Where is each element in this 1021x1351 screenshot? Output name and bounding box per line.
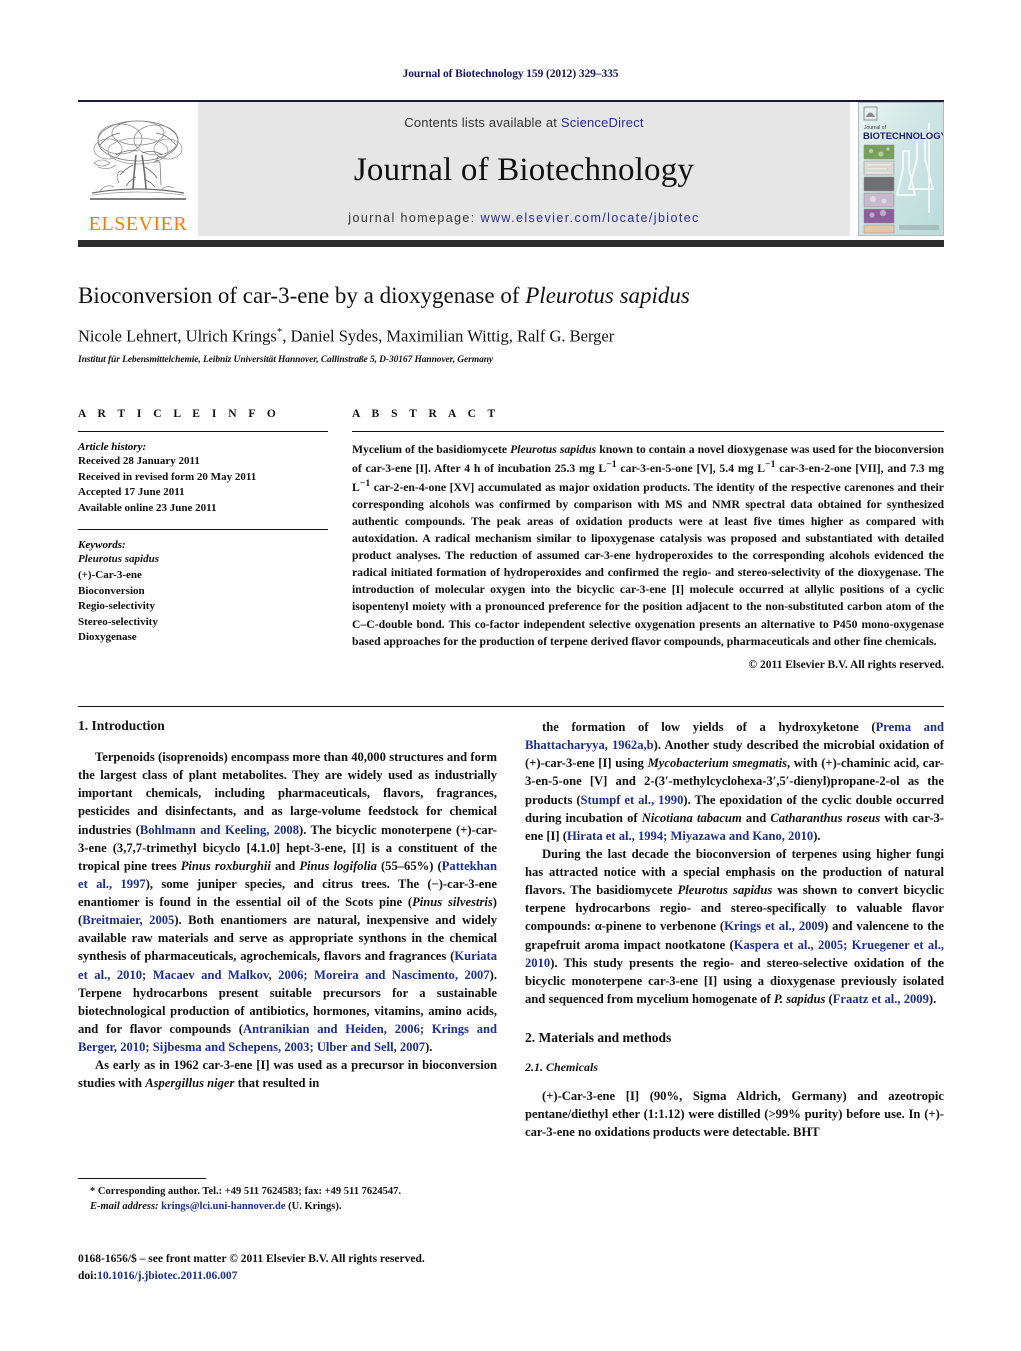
journal-masthead: ELSEVIER Contents lists available at Sci… [78,102,944,236]
contents-available-line: Contents lists available at ScienceDirec… [404,115,643,130]
issn-copyright-line: 0168-1656/$ – see front matter © 2011 El… [78,1253,425,1265]
keywords-rule [78,529,328,531]
authors-before-star: Nicole Lehnert, Ulrich Krings [78,326,277,346]
paragraph: the formation of low yields of a hydroxy… [525,720,944,843]
subsection-heading-chemicals: 2.1. Chemicals [525,1060,599,1074]
doi-label: doi: [78,1270,98,1283]
citation-link[interactable]: Breitmaier, 2005 [82,913,174,927]
keyword-item: Pleurotus sapidus [78,553,159,566]
running-head: Journal of Biotechnology 159 (2012) 329–… [402,68,619,80]
section-heading-introduction: 1. Introduction [78,718,165,733]
keyword-item: Stereo-selectivity [78,615,158,628]
footer-block: 0168-1656/$ – see front matter © 2011 El… [78,1251,538,1286]
svg-text:BIOTECHNOLOGY: BIOTECHNOLOGY [863,131,943,142]
article-history-item: Received 28 January 2011 [78,455,200,467]
section-heading-materials: 2. Materials and methods [525,1030,672,1045]
elsevier-tree-icon [90,120,186,200]
abstract-bottom-rule [78,706,944,707]
title-text: Bioconversion of car-3-ene by a dioxygen… [78,283,526,308]
article-history-item: Received in revised form 20 May 2011 [78,470,257,483]
abstract-text: Mycelium of the basidiomycete Pleurotus … [352,443,944,648]
abstract-label: A B S T R A C T [352,408,500,420]
paragraph: Terpenoids (isoprenoids) encompass more … [78,750,498,1054]
citation-link[interactable]: Bohlmann and Keeling, 2008 [140,823,299,837]
article-page: Journal of Biotechnology 159 (2012) 329–… [0,0,1021,1351]
paragraph: During the last decade the bioconversion… [525,846,945,1006]
title-species: Pleurotus sapidus [525,283,690,308]
masthead-bottom-bar [78,240,944,247]
journal-cover-thumbnail: Journal of BIOTECHNOLOGY [858,102,944,236]
cover-artwork-icon: Journal of BIOTECHNOLOGY [859,103,943,235]
citation-link[interactable]: Stumpf et al., 1990 [581,793,684,807]
page-title: Bioconversion of car-3-ene by a dioxygen… [78,282,944,310]
keyword-item: (+)-Car-3-ene [78,569,142,582]
abstract-copyright: © 2011 Elsevier B.V. All rights reserved… [748,658,944,671]
affiliation: Institut für Lebensmittelchemie, Leibniz… [78,355,494,366]
paragraph: As early as in 1962 car-3-ene [I] was us… [78,1058,497,1091]
citation-link[interactable]: Krings et al., 2009 [724,919,824,933]
email-note: E-mail address: krings@lci.uni-hannover.… [78,1199,498,1214]
keywords-title: Keywords: [78,539,126,552]
elsevier-logo: ELSEVIER [78,102,198,236]
body-columns: 1. Introduction Terpenoids (isoprenoids)… [78,718,944,1141]
sciencedirect-link[interactable]: ScienceDirect [561,115,644,130]
keyword-item: Bioconversion [78,584,145,597]
author-list: Nicole Lehnert, Ulrich Krings*, Daniel S… [78,326,944,347]
doi-line: doi:10.1016/j.jbiotec.2011.06.007 [78,1268,538,1285]
paragraph: (+)-Car-3-ene [I] (90%, Sigma Aldrich, G… [525,1089,944,1140]
footnote-separator [78,1178,206,1179]
contents-prefix: Contents lists available at [404,115,561,130]
info-and-abstract: A R T I C L E I N F O Article history: R… [78,408,944,671]
keyword-item: Regio-selectivity [78,600,155,613]
footnote-block: * Corresponding author. Tel.: +49 511 76… [78,1184,498,1214]
elsevier-wordmark: ELSEVIER [88,213,188,235]
keyword-item: Dioxygenase [78,631,137,644]
journal-band: Contents lists available at ScienceDirec… [198,102,850,236]
journal-homepage-line: journal homepage: www.elsevier.com/locat… [348,211,699,225]
email-owner: (U. Krings). [285,1201,342,1213]
article-history-item: Available online 23 June 2011 [78,501,217,514]
body-column-left: 1. Introduction Terpenoids (isoprenoids)… [78,718,497,1141]
keywords-block: Keywords: Pleurotus sapidus (+)-Car-3-en… [78,529,328,646]
title-block: Bioconversion of car-3-ene by a dioxygen… [78,282,944,365]
body-column-right: the formation of low yields of a hydroxy… [525,718,944,1141]
email-link[interactable]: krings@lci.uni-hannover.de [161,1201,285,1212]
article-history-list: Received 28 January 2011 Received in rev… [78,454,328,516]
abstract-rule [352,431,944,432]
abstract-column: A B S T R A C T Mycelium of the basidiom… [352,408,944,671]
article-history-title: Article history: [78,441,147,453]
homepage-prefix: journal homepage: [348,211,481,225]
citation-link[interactable]: Hirata et al., 1994; Miyazawa and Kano, … [567,829,813,843]
journal-title: Journal of Biotechnology [353,152,695,188]
article-info-column: A R T I C L E I N F O Article history: R… [78,408,328,671]
citation-link[interactable]: Fraatz et al., 2009 [833,992,929,1006]
doi-link[interactable]: 10.1016/j.jbiotec.2011.06.007 [97,1270,237,1282]
article-info-rule [78,431,328,432]
journal-homepage-link[interactable]: www.elsevier.com/locate/jbiotec [481,211,700,225]
authors-after-star: , Daniel Sydes, Maximilian Wittig, Ralf … [282,326,615,346]
corresponding-author-note: * Corresponding author. Tel.: +49 511 76… [90,1186,401,1197]
article-info-label: A R T I C L E I N F O [78,408,281,420]
article-history-item: Accepted 17 June 2011 [78,486,185,499]
email-label: E-mail address: [90,1201,162,1213]
